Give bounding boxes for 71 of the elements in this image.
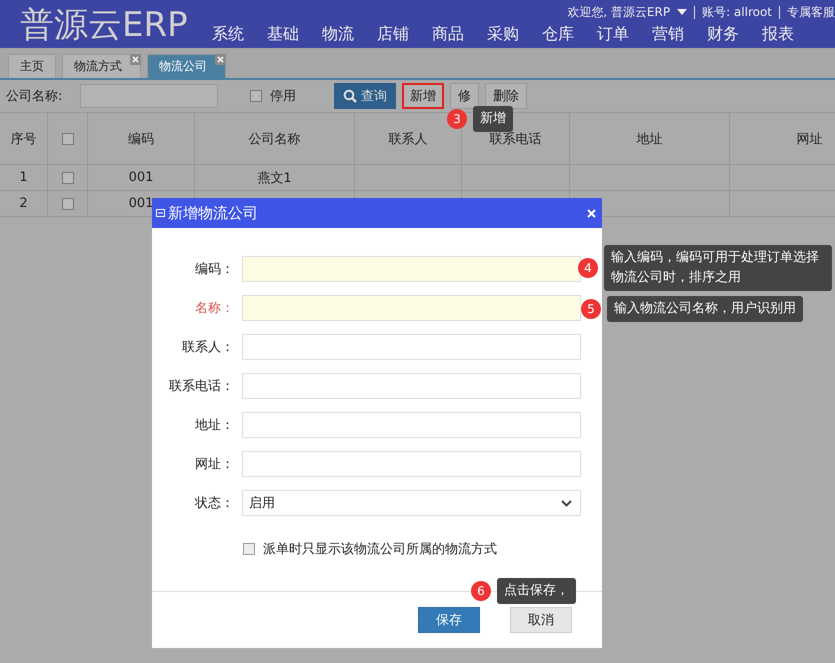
guide-tooltip: 点击保存， xyxy=(497,578,576,604)
field-label: 网址： xyxy=(194,456,234,473)
tab[interactable]: 主页 xyxy=(8,54,56,78)
caret-icon[interactable] xyxy=(677,9,688,15)
code-cell: 001 xyxy=(128,170,154,185)
input-field[interactable] xyxy=(242,256,581,282)
column-header: 公司名称 xyxy=(248,130,300,148)
field-label: 联系人： xyxy=(181,339,234,356)
close-icon[interactable] xyxy=(215,54,226,65)
step-badge: 3 xyxy=(447,109,467,129)
menu-item[interactable]: 基础 xyxy=(267,24,299,45)
input-field[interactable] xyxy=(242,373,581,399)
input-field[interactable] xyxy=(242,451,581,477)
dialog-title: 新增物流公司 xyxy=(168,204,259,222)
input-field[interactable] xyxy=(242,295,581,321)
menu-item[interactable]: 财务 xyxy=(707,24,739,45)
status-dropdown[interactable]: 启用 xyxy=(242,490,581,516)
column-header: 联系电话 xyxy=(490,130,542,148)
guide-tooltip: 输入编码，编码可用于处理订单选择物流公司时，排序之用 xyxy=(604,245,832,291)
toolbar-button[interactable]: 新增 xyxy=(402,83,444,109)
secondary-button[interactable]: 取消 xyxy=(510,607,572,633)
code-cell: 001 xyxy=(128,196,154,211)
field-label: 编码： xyxy=(194,261,234,278)
toolbar-button[interactable]: 修 xyxy=(450,83,479,109)
row-number: 2 xyxy=(19,196,28,211)
row-checkbox[interactable] xyxy=(62,172,74,184)
account-text: 账号: allroot xyxy=(702,4,772,20)
logo-text: 普源云ERP xyxy=(19,4,189,47)
column-header: 联系人 xyxy=(388,130,428,148)
chevron-icon xyxy=(561,500,572,506)
guide-tooltip: 输入物流公司名称，用户识别用 xyxy=(607,296,803,322)
checkbox-label: 停用 xyxy=(270,88,296,105)
column-header: 编码 xyxy=(128,130,154,148)
menu-item[interactable]: 商品 xyxy=(432,24,464,45)
close-icon[interactable] xyxy=(130,54,141,65)
name-cell-text: 燕文1 xyxy=(257,170,292,186)
input-field[interactable] xyxy=(242,334,581,360)
tab[interactable]: 物流方式 xyxy=(62,54,141,78)
welcome-text: 欢迎您, 普源云ERP xyxy=(567,4,670,20)
menu-item[interactable]: 物流 xyxy=(322,24,354,45)
filter-label: 公司名称: xyxy=(6,88,64,105)
select-all-checkbox[interactable] xyxy=(62,132,74,144)
menu-item[interactable]: 订单 xyxy=(597,24,629,45)
menu-item[interactable]: 报表 xyxy=(762,24,794,45)
field-label: 名称： xyxy=(194,300,234,317)
row-number: 1 xyxy=(19,170,28,185)
field-label: 联系电话： xyxy=(168,378,234,395)
option-label: 派单时只显示该物流公司所属的物流方式 xyxy=(263,541,497,558)
column-header: 网址 xyxy=(796,130,822,148)
window-icon xyxy=(156,209,165,217)
company-name-field[interactable] xyxy=(80,84,218,108)
guide-tooltip: 新增 xyxy=(473,106,513,132)
toolbar-button[interactable]: 删除 xyxy=(485,83,527,109)
close-icon[interactable] xyxy=(587,208,596,218)
option-checkbox[interactable] xyxy=(243,543,255,555)
input-field[interactable] xyxy=(242,412,581,438)
menu-item[interactable]: 店铺 xyxy=(377,24,409,45)
search-icon xyxy=(343,89,357,103)
menu-item[interactable]: 系统 xyxy=(212,24,244,45)
column-header: 序号 xyxy=(10,130,36,148)
field-label: 状态： xyxy=(194,495,234,512)
row-checkbox[interactable] xyxy=(62,198,74,210)
primary-button[interactable]: 保存 xyxy=(418,607,480,633)
menu-item[interactable]: 采购 xyxy=(487,24,519,45)
field-label: 地址： xyxy=(194,417,234,434)
tab[interactable]: 物流公司 xyxy=(147,54,226,78)
column-header: 地址 xyxy=(636,130,662,148)
toolbar-button[interactable]: 查询 xyxy=(334,83,396,109)
service-link[interactable]: 专属客服 xyxy=(787,4,835,20)
menu-item[interactable]: 仓库 xyxy=(542,24,574,45)
menu-item[interactable]: 营销 xyxy=(652,24,684,45)
